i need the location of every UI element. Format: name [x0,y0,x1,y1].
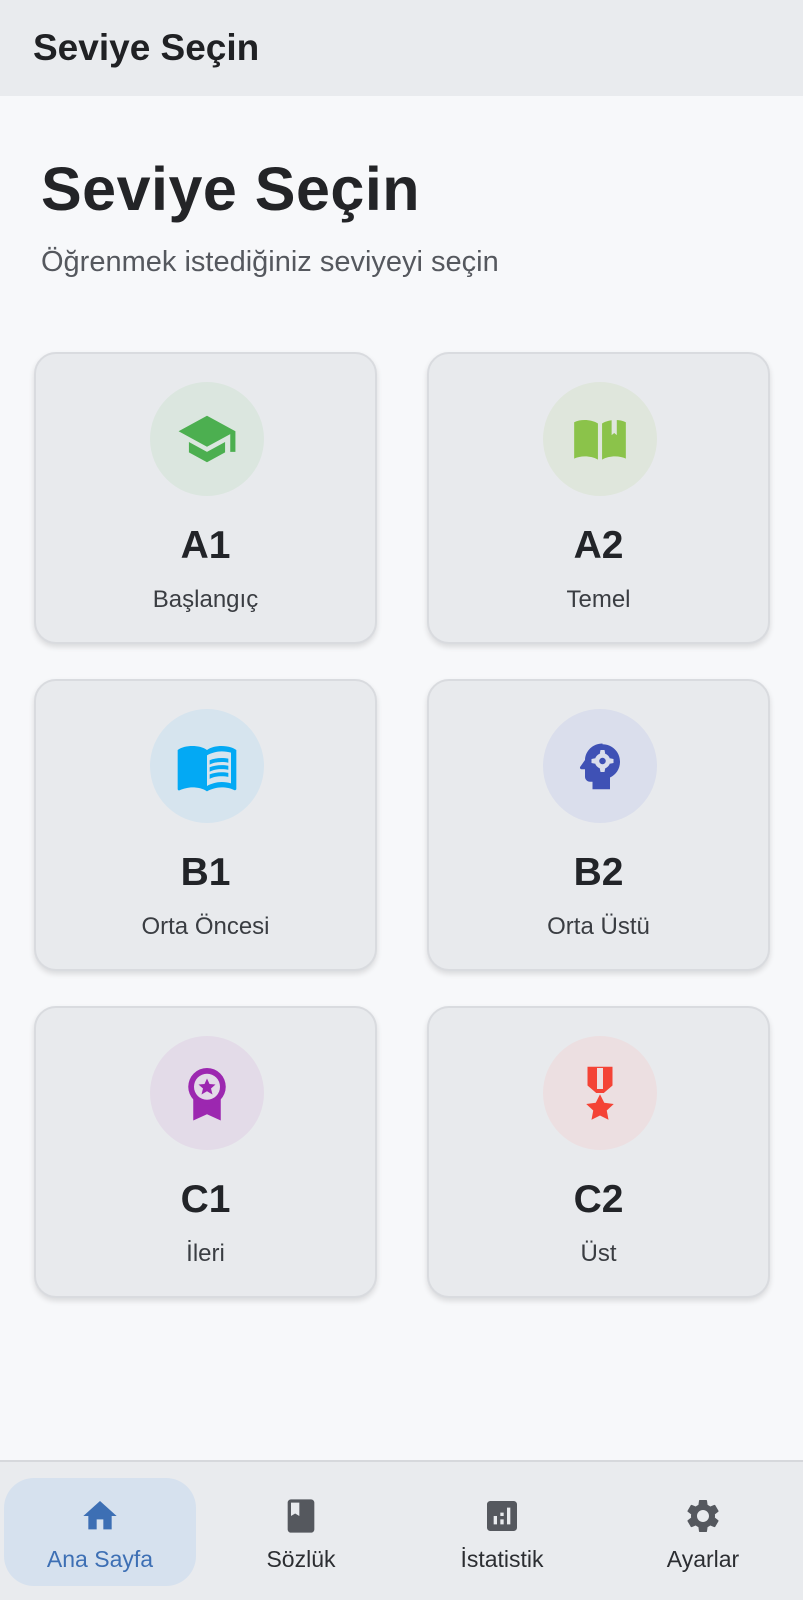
nav-label: Sözlük [266,1546,336,1572]
level-card-b1[interactable]: B1 Orta Öncesi [34,679,377,971]
psychology-head-icon [543,709,657,823]
level-card-a2[interactable]: A2 Temel [427,352,770,644]
nav-label: Ana Sayfa [46,1546,154,1572]
nav-item-home[interactable]: Ana Sayfa [4,1478,196,1586]
level-name: Üst [580,1240,617,1267]
level-name: Başlangıç [152,586,259,613]
bookmark-book-icon [281,1496,321,1536]
level-name: Orta Üstü [547,913,650,940]
level-code: A2 [573,524,624,567]
level-card-b2[interactable]: B2 Orta Üstü [427,679,770,971]
app-bar-title: Seviye Seçin [33,27,260,68]
level-code: A1 [180,524,231,567]
page-subtitle: Öğrenmek istediğiniz seviyeyi seçin [41,246,499,278]
level-code: B2 [573,851,624,894]
level-card-c1[interactable]: C1 İleri [34,1006,377,1298]
level-name: Orta Öncesi [141,913,270,940]
reading-book-icon [150,709,264,823]
app-bar: Seviye Seçin [0,0,803,96]
level-name: İleri [186,1240,225,1267]
nav-item-statistics[interactable]: İstatistik [406,1478,598,1586]
level-card-c2[interactable]: C2 Üst [427,1006,770,1298]
nav-label: İstatistik [460,1546,544,1572]
nav-item-dictionary[interactable]: Sözlük [205,1478,397,1586]
bar-chart-icon [482,1496,522,1536]
page-title: Seviye Seçin [41,155,421,223]
award-badge-icon [150,1036,264,1150]
open-book-icon [543,382,657,496]
level-card-a1[interactable]: A1 Başlangıç [34,352,377,644]
level-code: B1 [180,851,231,894]
graduation-cap-icon [150,382,264,496]
level-selection-screen: Seviye Seçin Öğrenmek istediğiniz seviye… [0,96,803,1460]
level-name: Temel [566,586,631,613]
level-code: C2 [573,1178,624,1221]
military-medal-icon [543,1036,657,1150]
gear-icon [683,1496,723,1536]
bottom-navigation: Ana Sayfa Sözlük İstatistik Ayarlar [0,1460,803,1600]
nav-item-settings[interactable]: Ayarlar [607,1478,799,1586]
nav-label: Ayarlar [666,1546,740,1572]
level-code: C1 [180,1178,231,1221]
home-icon [80,1496,120,1536]
